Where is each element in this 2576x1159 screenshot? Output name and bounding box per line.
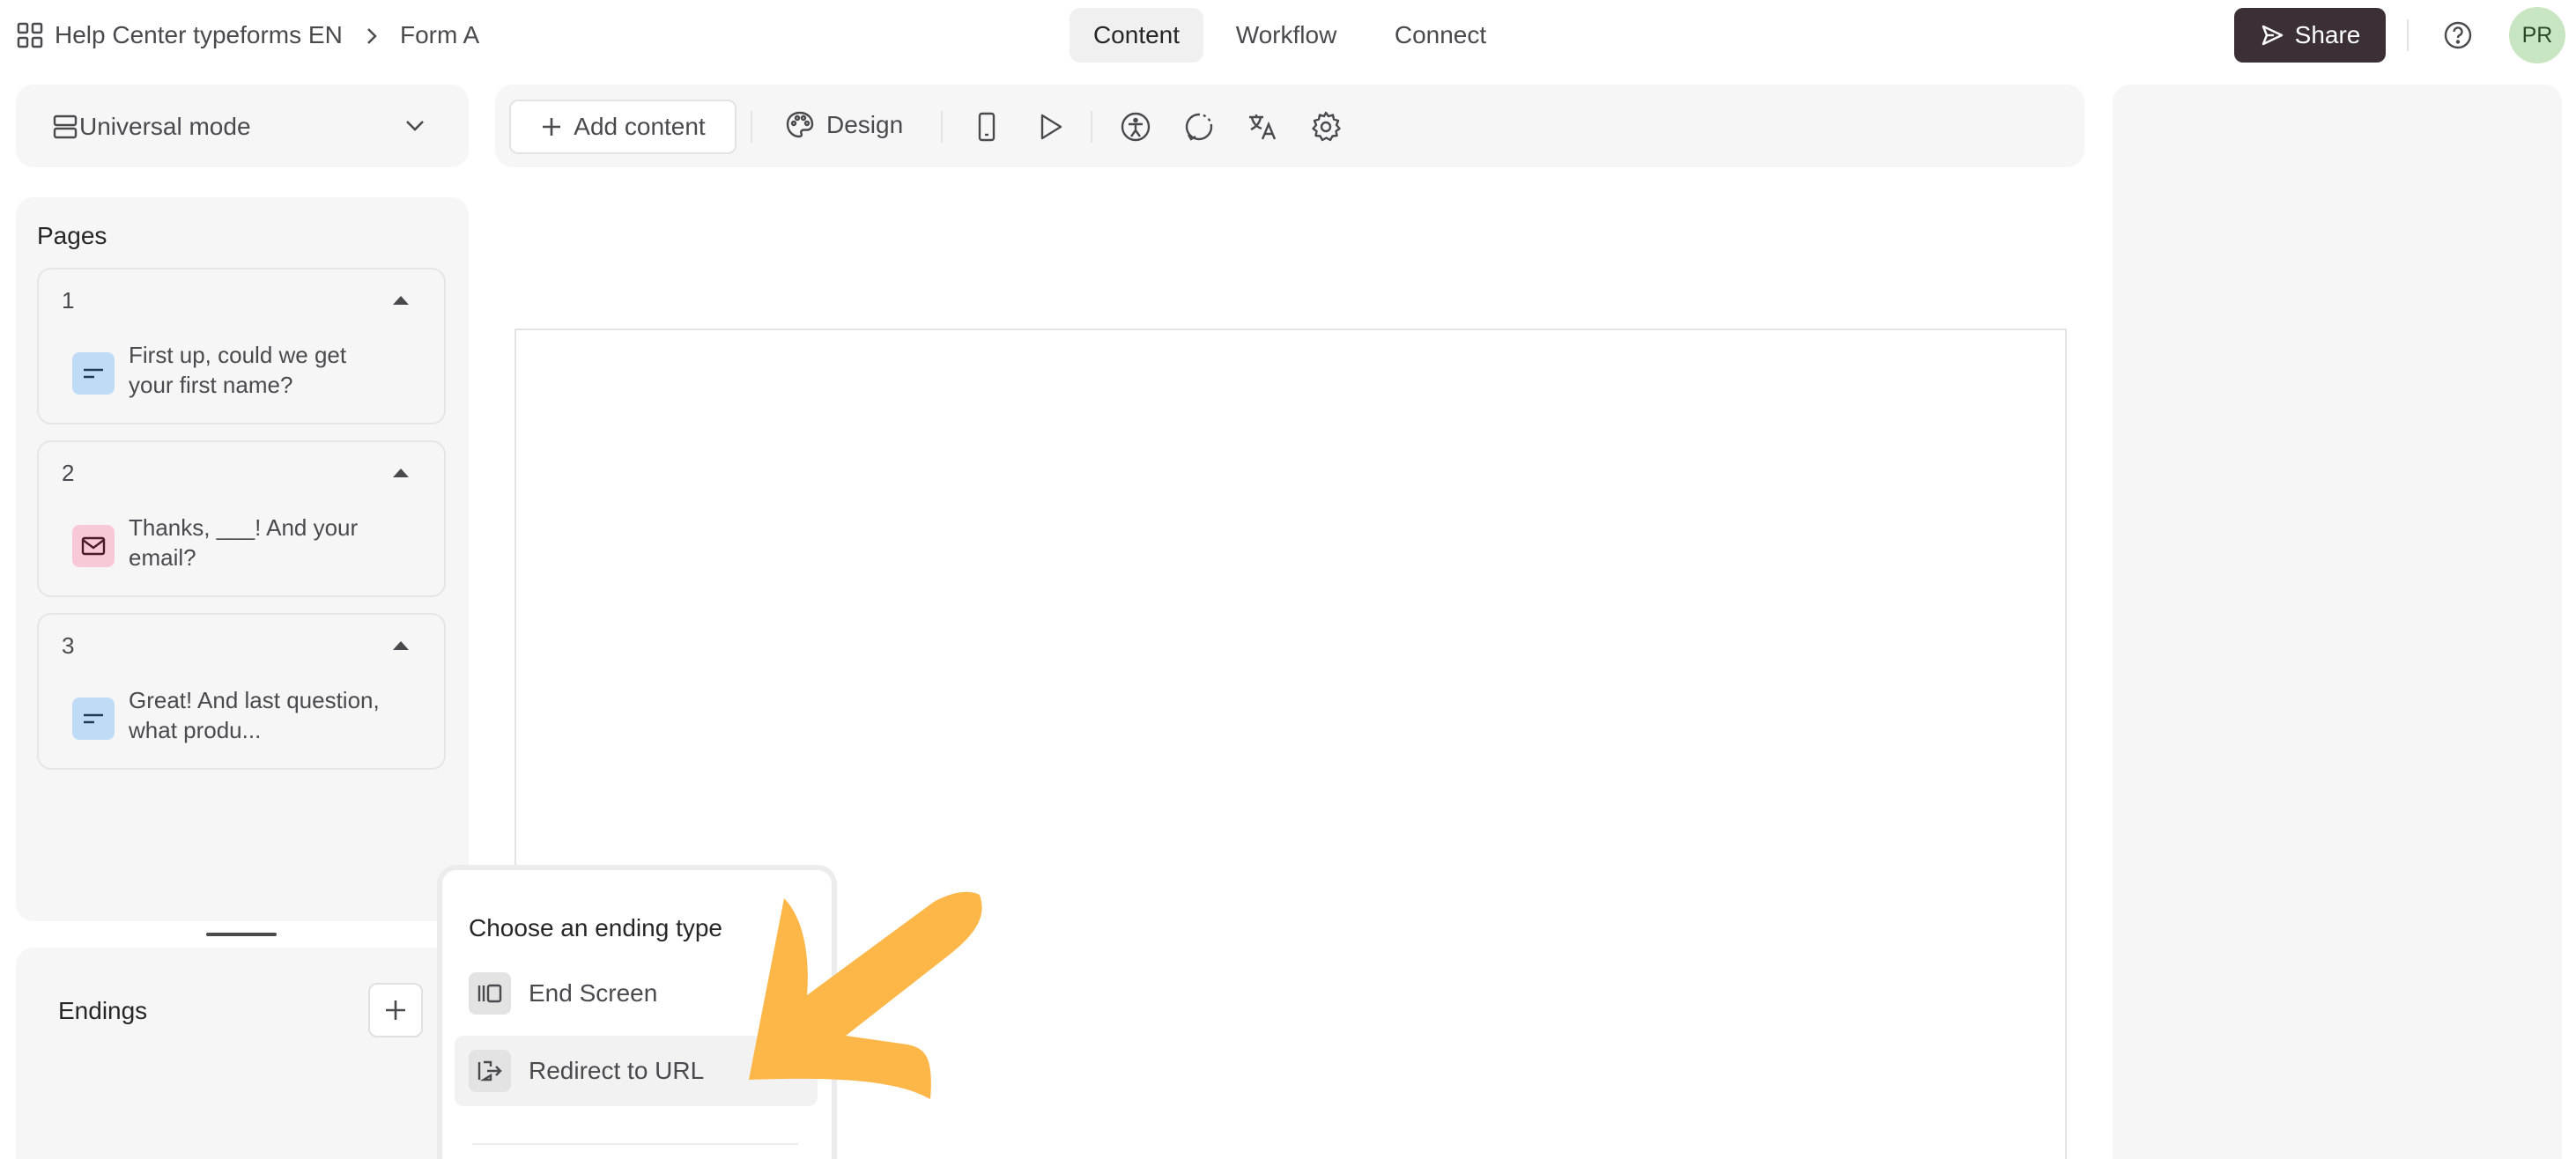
- page-number: 3: [62, 632, 75, 659]
- redirect-icon: [469, 1050, 511, 1092]
- palette-icon: [784, 109, 816, 141]
- endings-title: Endings: [58, 997, 148, 1024]
- menu-divider: [472, 1143, 798, 1145]
- chevron-down-icon[interactable]: [403, 118, 426, 134]
- collapse-caret-icon[interactable]: [393, 296, 409, 305]
- add-ending-button[interactable]: [368, 983, 423, 1037]
- play-icon[interactable]: [1033, 110, 1067, 144]
- avatar[interactable]: PR: [2509, 7, 2565, 63]
- short-text-icon: [72, 698, 115, 740]
- page-number: 2: [62, 460, 75, 486]
- accessibility-icon[interactable]: [1119, 110, 1152, 144]
- gear-icon[interactable]: [1309, 110, 1343, 144]
- plus-icon: [540, 115, 563, 138]
- email-icon: [72, 525, 115, 567]
- question-text: Thanks, ___! And your email?: [129, 514, 359, 571]
- page-number: 1: [62, 287, 75, 314]
- share-button[interactable]: Share: [2234, 8, 2386, 63]
- properties-panel: [2113, 85, 2562, 1159]
- question-text: Great! And last question, what produ...: [129, 687, 380, 743]
- breadcrumb-workspace[interactable]: Help Center typeforms EN: [55, 18, 343, 53]
- plus-icon: [382, 997, 409, 1023]
- annotation-arrow: [749, 891, 982, 1099]
- short-text-icon: [72, 352, 115, 395]
- question-text: First up, could we get your first name?: [129, 342, 347, 398]
- collapse-caret-icon[interactable]: [393, 469, 409, 477]
- top-bar: Help Center typeforms EN Form A Content …: [0, 0, 2576, 70]
- toolbar-divider: [1091, 111, 1092, 143]
- collapse-caret-icon[interactable]: [393, 641, 409, 650]
- loading-icon[interactable]: [1182, 110, 1216, 144]
- tab-connect[interactable]: Connect: [1369, 8, 1512, 63]
- page-card-1[interactable]: 1 First up, could we get your first name…: [37, 268, 446, 424]
- end-screen-icon: [469, 972, 511, 1015]
- help-icon[interactable]: [2442, 19, 2474, 51]
- design-button[interactable]: Design: [784, 109, 903, 141]
- page-card-2[interactable]: 2 Thanks, ___! And your email?: [37, 440, 446, 597]
- page-card-3[interactable]: 3 Great! And last question, what produ..…: [37, 613, 446, 770]
- menu-item-label: End Screen: [529, 979, 658, 1007]
- tab-workflow[interactable]: Workflow: [1221, 8, 1351, 63]
- translate-icon[interactable]: [1246, 110, 1279, 144]
- resize-handle[interactable]: [206, 933, 277, 936]
- pages-title: Pages: [37, 222, 107, 249]
- menu-item-label: Redirect to URL: [529, 1057, 705, 1084]
- toolbar-divider: [751, 111, 752, 143]
- tab-content[interactable]: Content: [1070, 8, 1203, 63]
- menu-title: Choose an ending type: [469, 914, 722, 941]
- add-content-button[interactable]: Add content: [509, 100, 737, 154]
- add-content-label: Add content: [574, 113, 706, 140]
- mobile-preview-icon[interactable]: [970, 110, 1003, 144]
- toolbar-divider: [941, 111, 943, 143]
- divider: [2407, 19, 2409, 51]
- share-label: Share: [2294, 21, 2361, 48]
- send-icon: [2260, 23, 2284, 48]
- chevron-right-icon: [365, 26, 379, 46]
- layout-icon: [51, 113, 79, 141]
- apps-grid-icon[interactable]: [16, 21, 44, 49]
- breadcrumb-form[interactable]: Form A: [400, 18, 479, 53]
- mode-label: Universal mode: [79, 113, 251, 140]
- endings-panel: [16, 948, 469, 1159]
- design-label: Design: [826, 111, 904, 138]
